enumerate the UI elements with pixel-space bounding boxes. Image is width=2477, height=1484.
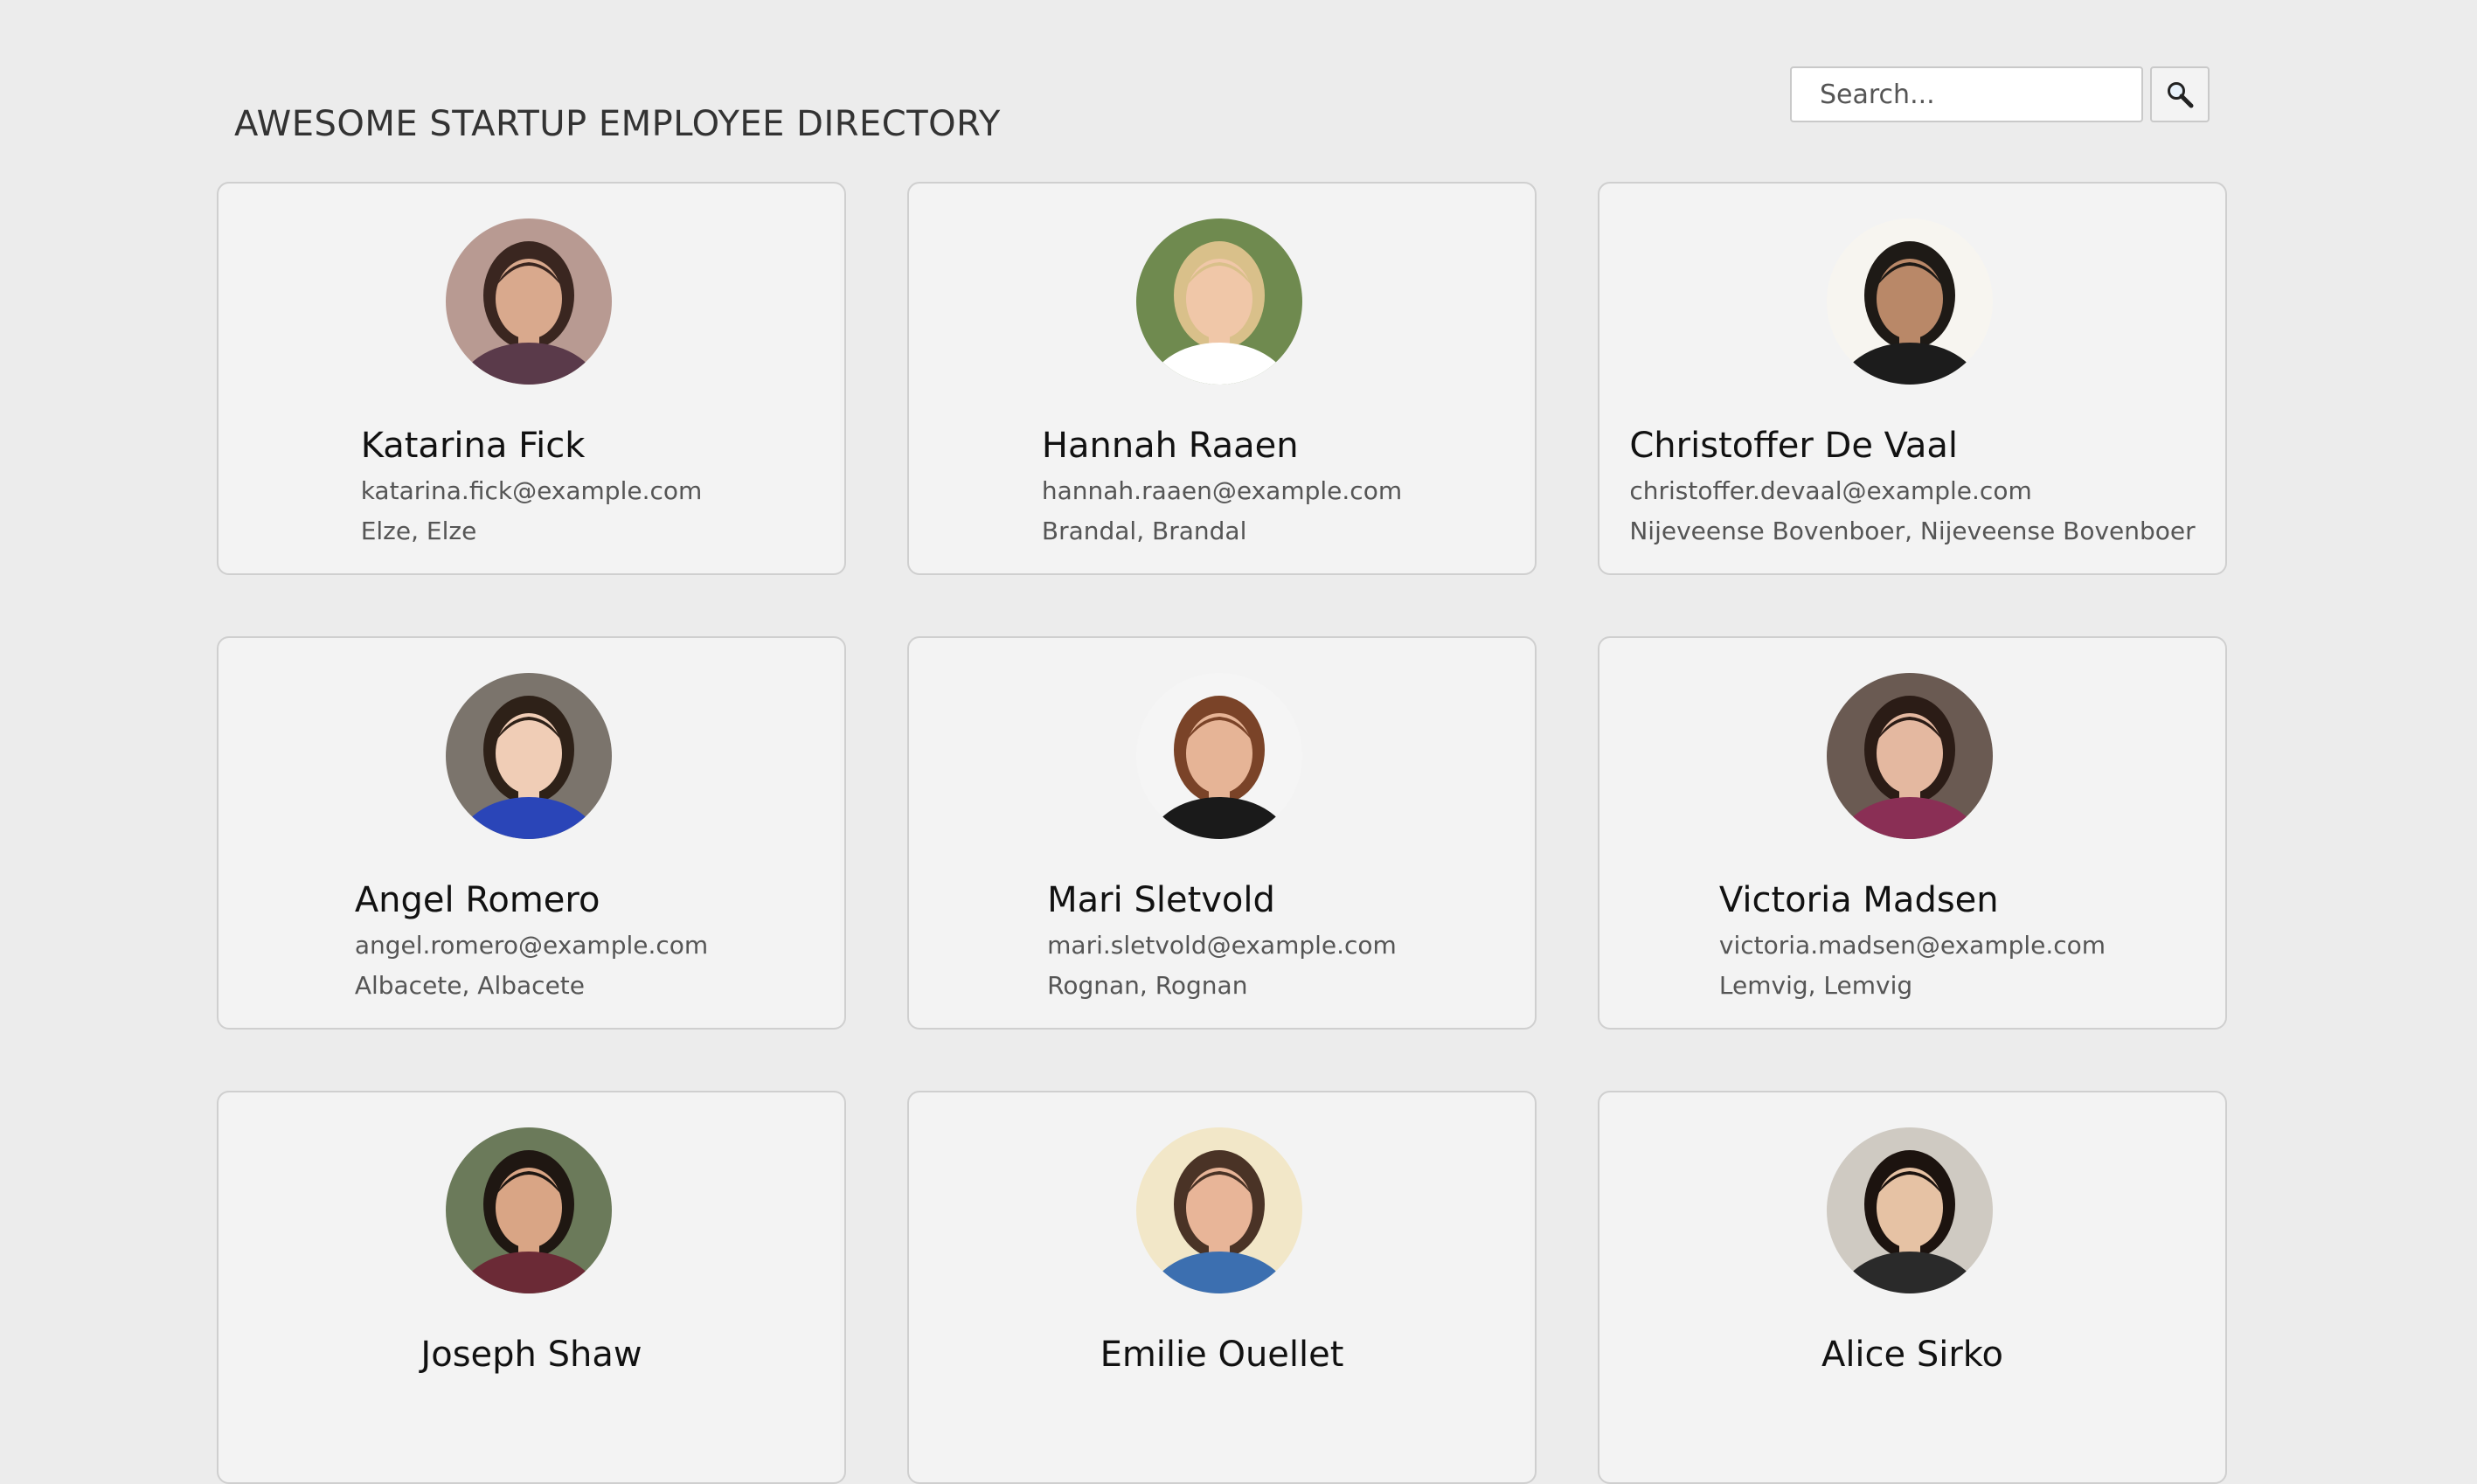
avatar	[1136, 1127, 1302, 1293]
employee-location: Albacete, Albacete	[354, 971, 585, 1000]
page-title: AWESOME STARTUP EMPLOYEE DIRECTORY	[234, 103, 1001, 144]
employee-name: Christoffer De Vaal	[1629, 426, 1959, 466]
avatar	[1827, 218, 1993, 385]
portrait-image	[446, 1127, 612, 1293]
portrait-image	[1136, 218, 1302, 385]
avatar	[1136, 673, 1302, 839]
employee-card[interactable]: Hannah Raaen hannah.raaen@example.com Br…	[907, 182, 1537, 575]
employee-location: Lemvig, Lemvig	[1718, 971, 1913, 1000]
magnifier-icon	[2152, 80, 2208, 109]
avatar	[446, 673, 612, 839]
employee-info: Hannah Raaen hannah.raaen@example.com Br…	[909, 425, 1535, 547]
employee-email: katarina.fick@example.com	[360, 476, 703, 505]
employee-card[interactable]: Christoffer De Vaal christoffer.devaal@e…	[1598, 182, 2227, 575]
page-header: AWESOME STARTUP EMPLOYEE DIRECTORY	[0, 0, 2477, 175]
employee-email: hannah.raaen@example.com	[1041, 476, 1403, 505]
avatar	[1827, 1127, 1993, 1293]
employee-email: christoffer.devaal@example.com	[1629, 476, 2032, 505]
avatar	[446, 218, 612, 385]
avatar	[446, 1127, 612, 1293]
employee-name: Mari Sletvold	[1047, 880, 1275, 920]
search-input[interactable]	[1790, 66, 2143, 122]
employee-name: Angel Romero	[354, 880, 600, 920]
employee-name: Victoria Madsen	[1718, 880, 1999, 920]
employee-info: Christoffer De Vaal christoffer.devaal@e…	[1599, 425, 2225, 547]
avatar	[1136, 218, 1302, 385]
portrait-image	[446, 673, 612, 839]
employee-info: Katarina Fick katarina.fick@example.com …	[219, 425, 844, 547]
employee-email: mari.sletvold@example.com	[1047, 931, 1397, 960]
portrait-image	[446, 218, 612, 385]
employee-name: Alice Sirko	[1821, 1335, 2004, 1375]
employee-location: Elze, Elze	[360, 517, 477, 545]
employee-card[interactable]: Joseph Shaw	[217, 1091, 846, 1484]
employee-location: Rognan, Rognan	[1047, 971, 1248, 1000]
employee-info: Mari Sletvold mari.sletvold@example.com …	[909, 879, 1535, 1002]
employee-info: Emilie Ouellet	[909, 1334, 1535, 1384]
employee-name: Emilie Ouellet	[1100, 1335, 1344, 1375]
employee-card[interactable]: Mari Sletvold mari.sletvold@example.com …	[907, 636, 1537, 1030]
search-button[interactable]	[2150, 66, 2210, 122]
portrait-image	[1827, 1127, 1993, 1293]
employee-card[interactable]: Alice Sirko	[1598, 1091, 2227, 1484]
employee-location: Nijeveense Bovenboer, Nijeveense Bovenbo…	[1629, 517, 2196, 545]
employee-name: Katarina Fick	[360, 426, 586, 466]
portrait-image	[1136, 673, 1302, 839]
employee-email: victoria.madsen@example.com	[1718, 931, 2106, 960]
employee-email: angel.romero@example.com	[354, 931, 709, 960]
employee-info: Joseph Shaw	[219, 1334, 844, 1384]
employee-info: Angel Romero angel.romero@example.com Al…	[219, 879, 844, 1002]
employee-name: Hannah Raaen	[1041, 426, 1299, 466]
employee-location: Brandal, Brandal	[1041, 517, 1247, 545]
avatar	[1827, 673, 1993, 839]
employee-card[interactable]: Katarina Fick katarina.fick@example.com …	[217, 182, 846, 575]
employee-name: Joseph Shaw	[420, 1335, 642, 1375]
employee-card[interactable]: Emilie Ouellet	[907, 1091, 1537, 1484]
employee-card[interactable]: Victoria Madsen victoria.madsen@example.…	[1598, 636, 2227, 1030]
portrait-image	[1136, 1127, 1302, 1293]
employee-info: Victoria Madsen victoria.madsen@example.…	[1599, 879, 2225, 1002]
portrait-image	[1827, 218, 1993, 385]
employee-card[interactable]: Angel Romero angel.romero@example.com Al…	[217, 636, 846, 1030]
employee-info: Alice Sirko	[1599, 1334, 2225, 1384]
portrait-image	[1827, 673, 1993, 839]
